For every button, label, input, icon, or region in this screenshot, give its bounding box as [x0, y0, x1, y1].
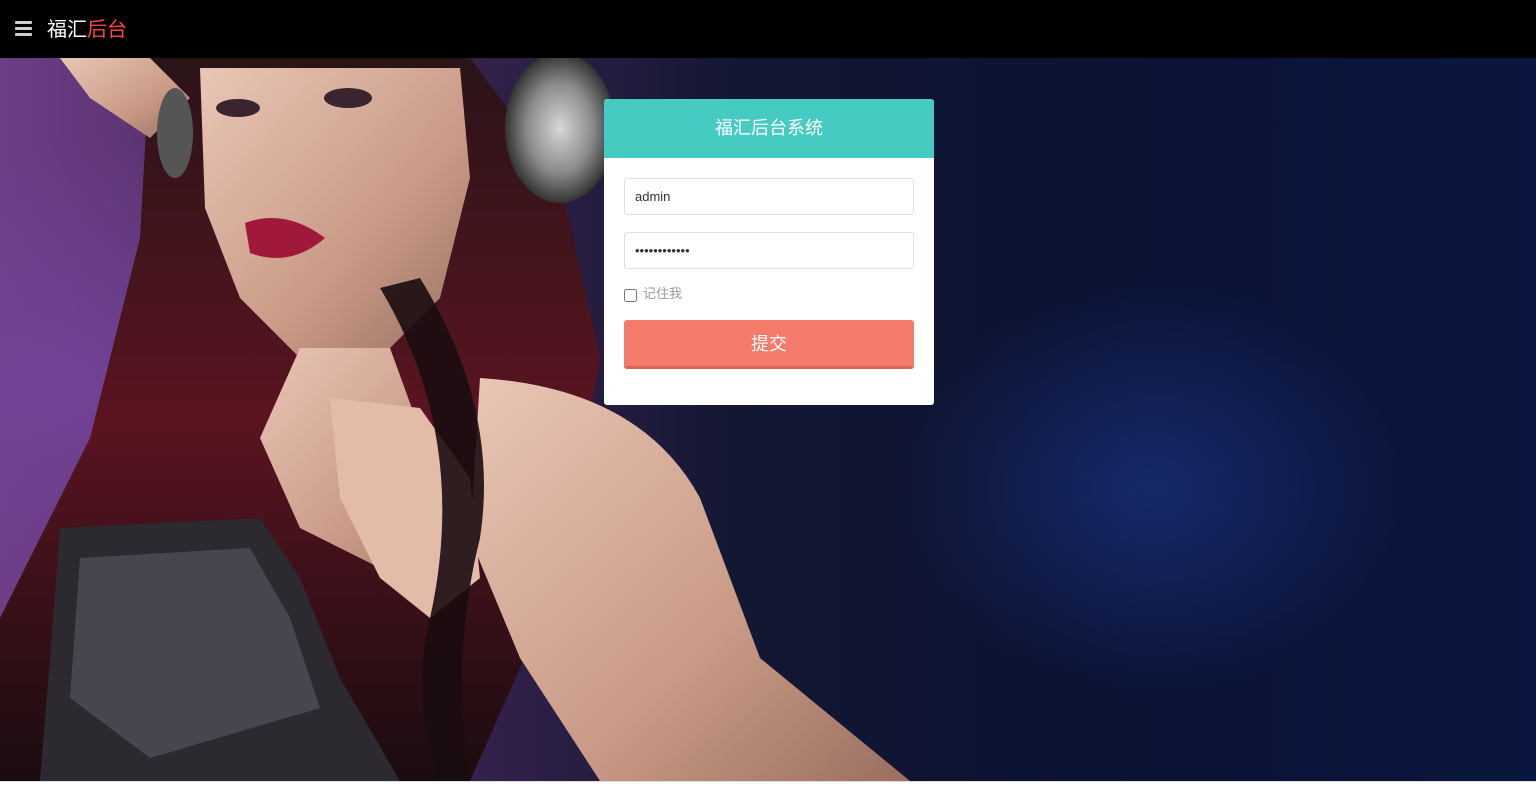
hamburger-menu-icon[interactable] — [15, 21, 32, 36]
brand-name-part2: 后台 — [87, 17, 127, 41]
password-input[interactable] — [624, 232, 914, 269]
login-panel: 福汇后台系统 记住我 提交 — [604, 99, 934, 405]
submit-button[interactable]: 提交 — [624, 320, 914, 369]
username-input[interactable] — [624, 178, 914, 215]
top-navbar: 福汇后台 — [0, 0, 1536, 58]
brand-logo[interactable]: 福汇后台 — [47, 15, 127, 43]
remember-me[interactable]: 记住我 — [624, 287, 682, 303]
brand-name-part1: 福汇 — [47, 17, 87, 41]
remember-me-checkbox[interactable] — [624, 288, 637, 302]
login-title: 福汇后台系统 — [604, 99, 934, 158]
remember-me-label: 记住我 — [643, 287, 683, 302]
